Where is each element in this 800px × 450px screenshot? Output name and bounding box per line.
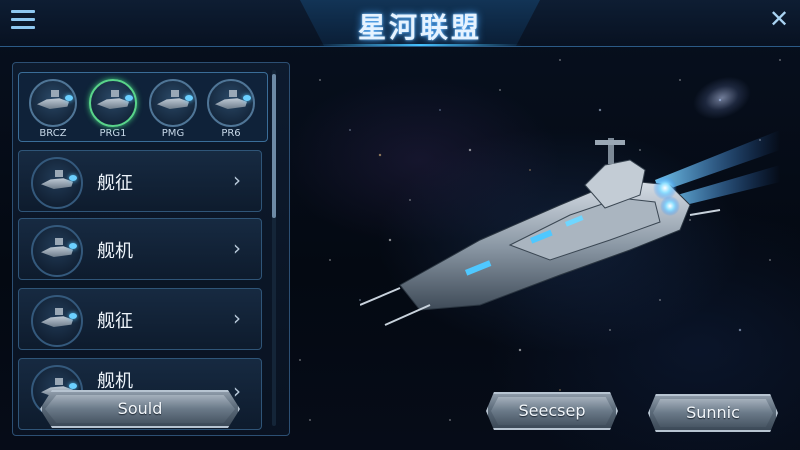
seecsep-button[interactable]: Seecsep bbox=[486, 392, 618, 430]
chevron-right-icon: › bbox=[233, 236, 241, 260]
gun-barrel bbox=[689, 209, 721, 216]
scrollbar-thumb[interactable] bbox=[272, 74, 276, 218]
chevron-right-icon: › bbox=[233, 168, 241, 192]
ship-thumb-pr6[interactable]: PR6 bbox=[203, 79, 259, 139]
game-title: 星河联盟 bbox=[357, 11, 482, 44]
ship-thumb-pmg[interactable]: PMG bbox=[145, 79, 201, 139]
ship-name: 舰机 bbox=[97, 371, 133, 392]
ship-thumb-prg1[interactable]: PRG1 bbox=[85, 79, 141, 139]
flagship-illustration bbox=[360, 130, 780, 326]
ship-thumb-label: PMG bbox=[161, 128, 185, 139]
ship-avatar bbox=[31, 157, 83, 209]
menu-button[interactable] bbox=[6, 4, 40, 34]
menu-icon bbox=[11, 9, 35, 13]
ship-thumb-label: PR6 bbox=[221, 128, 241, 139]
ship-thumb-icon bbox=[149, 79, 197, 127]
ship-thumb-label: BRCZ bbox=[39, 128, 67, 139]
ship-list-item[interactable]: 舰机 › bbox=[18, 218, 262, 280]
ship-avatar bbox=[31, 295, 83, 347]
ship-thumb-icon bbox=[29, 79, 77, 127]
close-button[interactable]: ✕ bbox=[764, 4, 794, 34]
ship-antenna-bar bbox=[595, 140, 625, 145]
ship-name: 舰征 bbox=[97, 173, 133, 194]
ship-name: 舰机 bbox=[97, 241, 133, 262]
close-icon: ✕ bbox=[768, 5, 790, 33]
ship-list-item[interactable]: 舰征 › bbox=[18, 288, 262, 350]
ship-selector-row: BRCZ PRG1 PMG PR6 bbox=[18, 72, 268, 142]
chevron-right-icon: › bbox=[233, 379, 241, 403]
ship-thumb-brcz[interactable]: BRCZ bbox=[25, 79, 81, 139]
engine-glow bbox=[660, 196, 680, 216]
engine-glow bbox=[653, 176, 677, 200]
gun-barrel bbox=[360, 287, 401, 306]
ship-thumb-label: PRG1 bbox=[99, 128, 127, 139]
chevron-right-icon: › bbox=[233, 306, 241, 330]
ship-name: 舰征 bbox=[97, 311, 133, 332]
gun-barrel bbox=[384, 304, 431, 326]
ship-list-item[interactable]: 舰征 › bbox=[18, 150, 262, 212]
ship-thumb-icon bbox=[207, 79, 255, 127]
ship-avatar bbox=[31, 225, 83, 277]
ship-thumb-icon bbox=[89, 79, 137, 127]
sould-button[interactable]: Sould bbox=[40, 390, 240, 428]
sunnic-button[interactable]: Sunnic bbox=[648, 394, 778, 432]
